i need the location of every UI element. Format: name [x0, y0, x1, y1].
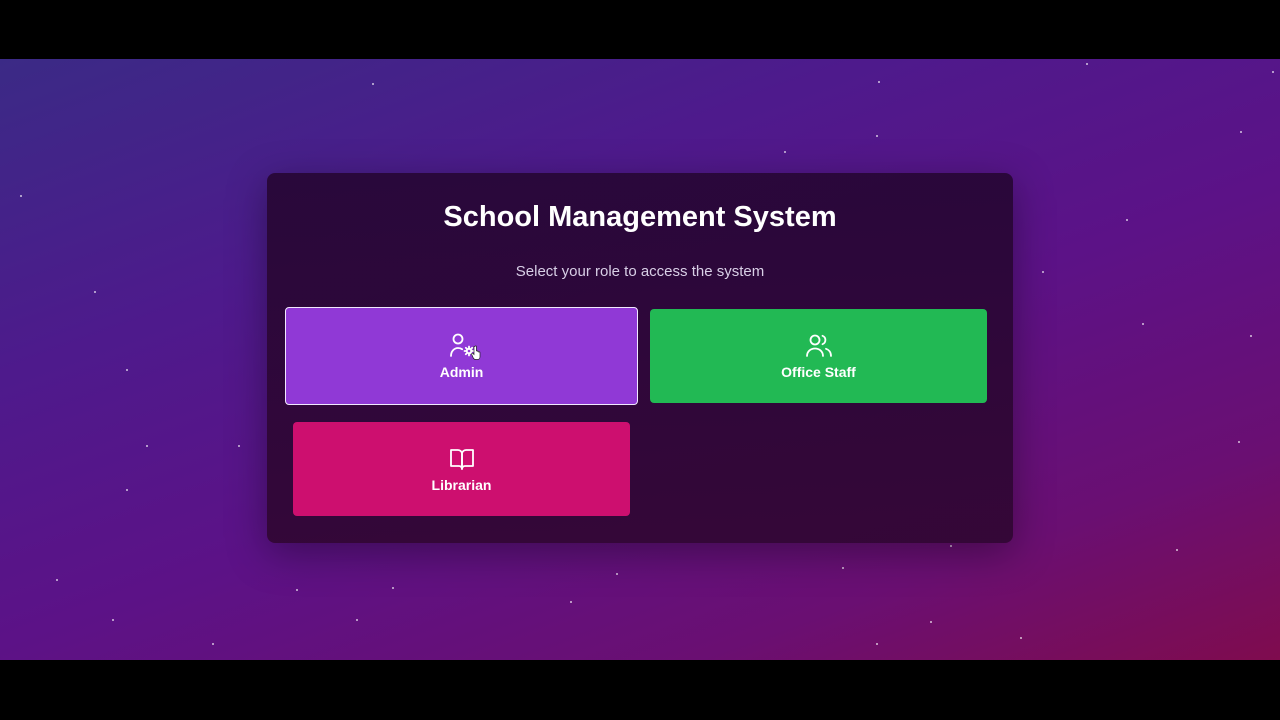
role-selection-card: School Management System Select your rol…	[267, 173, 1013, 543]
office-staff-role-label: Office Staff	[781, 364, 856, 380]
admin-role-label: Admin	[439, 364, 484, 380]
open-book-icon	[449, 449, 474, 470]
page-title: School Management System	[443, 201, 837, 233]
letterbox-top	[0, 0, 1280, 59]
hand-cursor-icon	[471, 345, 481, 360]
office-staff-role-button[interactable]: Office Staff	[650, 309, 987, 403]
librarian-role-button[interactable]: Librarian	[293, 422, 630, 516]
background: School Management System Select your rol…	[0, 59, 1280, 660]
users-icon	[805, 334, 832, 357]
librarian-role-label: Librarian	[431, 477, 492, 493]
letterbox-bottom	[0, 660, 1280, 720]
admin-role-button[interactable]: Admin	[285, 307, 638, 405]
page-subtitle: Select your role to access the system	[515, 263, 765, 280]
